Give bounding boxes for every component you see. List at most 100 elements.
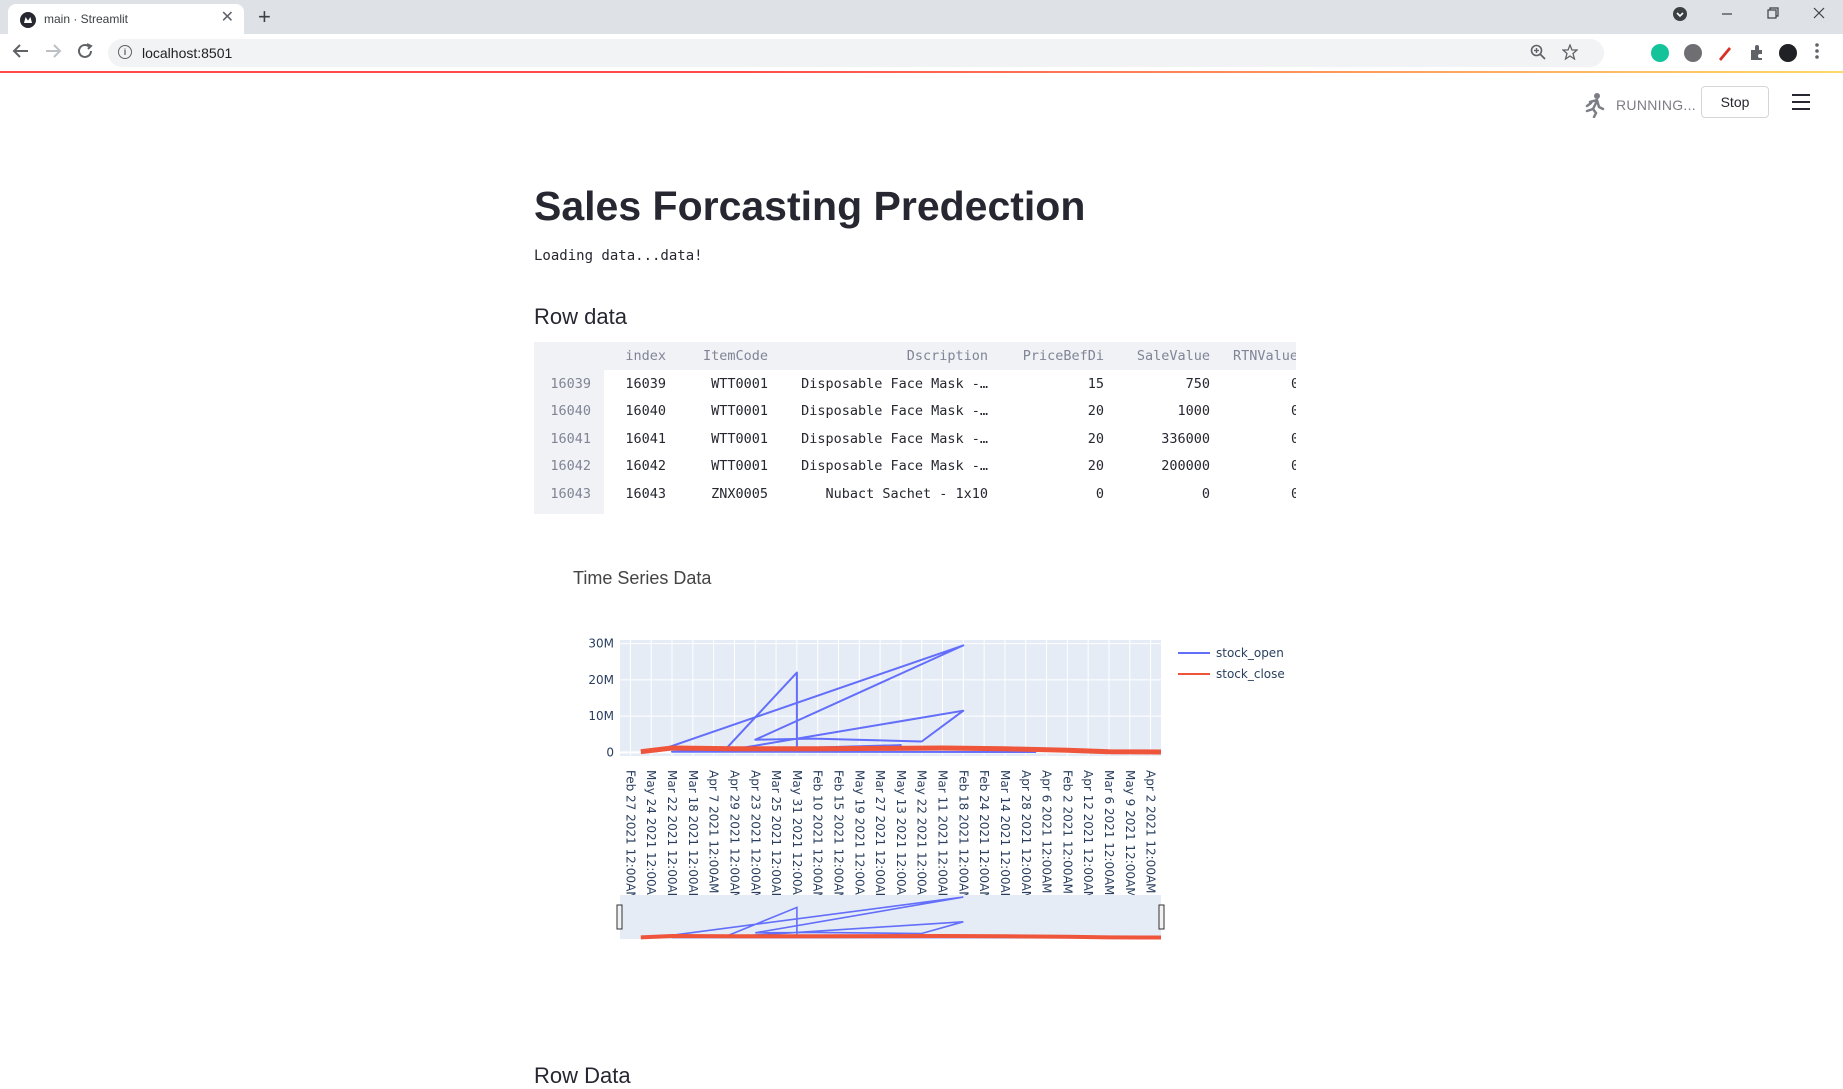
browser-tab[interactable]: main · Streamlit ✕ bbox=[8, 4, 244, 34]
table-cell[interactable]: 15 bbox=[1088, 376, 1104, 392]
col-header-salevalue[interactable]: SaleValue bbox=[1137, 348, 1210, 364]
x-tick-label: Apr 6 2021 12:00AM bbox=[1040, 770, 1054, 894]
table-cell[interactable]: 20 bbox=[1088, 431, 1104, 447]
restore-icon[interactable] bbox=[1766, 4, 1780, 26]
row-index: 16042 bbox=[550, 458, 591, 474]
extensions-puzzle-icon[interactable] bbox=[1748, 44, 1766, 62]
zoom-icon[interactable] bbox=[1530, 44, 1546, 64]
table-cell[interactable]: 0 bbox=[1291, 403, 1296, 419]
main-menu-hamburger-icon[interactable] bbox=[1792, 94, 1810, 110]
reload-icon[interactable] bbox=[76, 42, 94, 64]
tab-close-icon[interactable]: ✕ bbox=[221, 9, 234, 27]
x-tick-label: May 22 2021 12:00AM bbox=[915, 770, 929, 905]
x-tick-label: Mar 11 2021 12:00AM bbox=[936, 770, 950, 903]
row-data-table[interactable]: index ItemCode Dscription PriceBefDi Sal… bbox=[534, 342, 1296, 514]
table-cell[interactable]: 16042 bbox=[625, 458, 666, 474]
y-tick-label: 10M bbox=[588, 709, 614, 723]
back-arrow-icon[interactable] bbox=[12, 42, 30, 64]
table-cell[interactable]: Nubact Sachet - 1x10 bbox=[825, 486, 988, 502]
table-cell[interactable]: WTT0001 bbox=[711, 431, 768, 447]
table-cell[interactable]: 16041 bbox=[625, 431, 666, 447]
grammarly-extension-icon[interactable] bbox=[1651, 44, 1669, 62]
minimize-icon[interactable] bbox=[1720, 4, 1734, 26]
table-cell[interactable]: Disposable Face Mask -… bbox=[801, 431, 988, 447]
table-cell[interactable]: WTT0001 bbox=[711, 376, 768, 392]
table-cell[interactable]: 20 bbox=[1088, 403, 1104, 419]
window-close-icon[interactable] bbox=[1812, 4, 1826, 26]
table-cell[interactable]: 750 bbox=[1186, 376, 1210, 392]
col-header-pricebefdi[interactable]: PriceBefDi bbox=[1023, 348, 1104, 364]
pen-extension-icon[interactable] bbox=[1716, 44, 1734, 62]
x-tick-label: Feb 24 2021 12:00AM bbox=[977, 770, 991, 902]
table-cell[interactable]: 0 bbox=[1291, 486, 1296, 502]
row-data-heading-2: Row Data bbox=[534, 1063, 631, 1088]
table-cell[interactable]: Disposable Face Mask -… bbox=[801, 376, 988, 392]
running-man-icon bbox=[1582, 92, 1606, 124]
x-tick-label: Mar 14 2021 12:00AM bbox=[998, 770, 1012, 903]
browser-menu-icon[interactable] bbox=[1814, 42, 1820, 64]
table-cell[interactable]: 0 bbox=[1291, 431, 1296, 447]
row-data-heading: Row data bbox=[534, 304, 627, 329]
chart-title: Time Series Data bbox=[573, 568, 712, 588]
x-tick-label: May 9 2021 12:00AM bbox=[1123, 770, 1137, 898]
site-info-icon[interactable]: i bbox=[118, 45, 132, 59]
legend-label-stock_close[interactable]: stock_close bbox=[1216, 667, 1285, 681]
col-header-itemcode[interactable]: ItemCode bbox=[703, 348, 768, 364]
x-tick-label: Apr 2 2021 12:00AM bbox=[1144, 770, 1158, 894]
x-tick-label: May 24 2021 12:00AM bbox=[644, 770, 658, 905]
new-tab-button[interactable]: + bbox=[258, 4, 271, 30]
x-tick-label: Feb 15 2021 12:00AM bbox=[831, 770, 845, 902]
forward-arrow-icon[interactable] bbox=[44, 42, 62, 64]
col-header-dscription[interactable]: Dscription bbox=[907, 348, 988, 364]
table-cell[interactable]: WTT0001 bbox=[711, 403, 768, 419]
table-cell[interactable]: 20 bbox=[1088, 458, 1104, 474]
running-status-text: RUNNING... bbox=[1616, 97, 1696, 113]
table-cell[interactable]: 16040 bbox=[625, 403, 666, 419]
table-cell[interactable]: ZNX0005 bbox=[711, 486, 768, 502]
x-tick-label: Mar 25 2021 12:00AM bbox=[769, 770, 783, 903]
row-index: 16041 bbox=[550, 431, 591, 447]
stop-button[interactable]: Stop bbox=[1701, 86, 1769, 118]
table-cell[interactable]: 0 bbox=[1291, 458, 1296, 474]
x-tick-label: Mar 6 2021 12:00AM bbox=[1102, 770, 1116, 895]
table-cell[interactable]: 0 bbox=[1202, 486, 1210, 502]
x-tick-label: May 13 2021 12:00AM bbox=[894, 770, 908, 905]
legend-label-stock_open[interactable]: stock_open bbox=[1216, 646, 1284, 660]
x-tick-label: Feb 10 2021 12:00AM bbox=[811, 770, 825, 902]
x-tick-label: Apr 12 2021 12:00AM bbox=[1081, 770, 1095, 901]
col-header-rtnvalue[interactable]: RTNValue bbox=[1233, 348, 1296, 364]
streamlit-top-decoration bbox=[0, 71, 1843, 73]
table-cell[interactable]: 0 bbox=[1096, 486, 1104, 502]
profile-avatar[interactable] bbox=[1779, 44, 1797, 62]
col-header-index[interactable]: index bbox=[625, 348, 666, 364]
row-index: 16040 bbox=[550, 403, 591, 419]
x-tick-label: Mar 22 2021 12:00AM bbox=[665, 770, 679, 903]
x-tick-label: Apr 28 2021 12:00AM bbox=[1019, 770, 1033, 901]
table-cell[interactable]: 1000 bbox=[1177, 403, 1210, 419]
tab-search-icon[interactable] bbox=[1672, 6, 1688, 26]
table-cell[interactable]: 0 bbox=[1291, 376, 1296, 392]
table-cell[interactable]: 336000 bbox=[1161, 431, 1210, 447]
row-index: 16039 bbox=[550, 376, 591, 392]
loading-status-text: Loading data...data! bbox=[534, 248, 703, 264]
x-tick-label: Apr 7 2021 12:00AM bbox=[707, 770, 721, 894]
address-bar[interactable]: i localhost:8501 bbox=[108, 39, 1604, 67]
row-index: 16043 bbox=[550, 486, 591, 502]
range-slider-left-handle[interactable] bbox=[616, 904, 623, 930]
table-cell[interactable]: 16039 bbox=[625, 376, 666, 392]
streamlit-favicon-icon bbox=[20, 12, 36, 28]
table-cell[interactable]: Disposable Face Mask -… bbox=[801, 403, 988, 419]
bookmark-star-icon[interactable] bbox=[1561, 43, 1579, 64]
browser-toolbar: i localhost:8501 bbox=[0, 34, 1843, 73]
range-slider-right-handle[interactable] bbox=[1158, 904, 1165, 930]
time-series-chart[interactable]: 0 10M 20M 30M Feb 27 2021 12:00AM May 24 2021… bbox=[560, 625, 1320, 945]
x-tick-label: Feb 2 2021 12:00AM bbox=[1060, 770, 1074, 894]
table-cell[interactable]: 200000 bbox=[1161, 458, 1210, 474]
table-cell[interactable]: 16043 bbox=[625, 486, 666, 502]
table-cell[interactable]: WTT0001 bbox=[711, 458, 768, 474]
x-tick-label: Mar 27 2021 12:00AM bbox=[873, 770, 887, 903]
shield-extension-icon[interactable] bbox=[1684, 44, 1702, 62]
table-cell[interactable]: Disposable Face Mask -… bbox=[801, 458, 988, 474]
page-title: Sales Forcasting Predection bbox=[534, 183, 1086, 229]
x-tick-label: Apr 23 2021 12:00AM bbox=[748, 770, 762, 901]
